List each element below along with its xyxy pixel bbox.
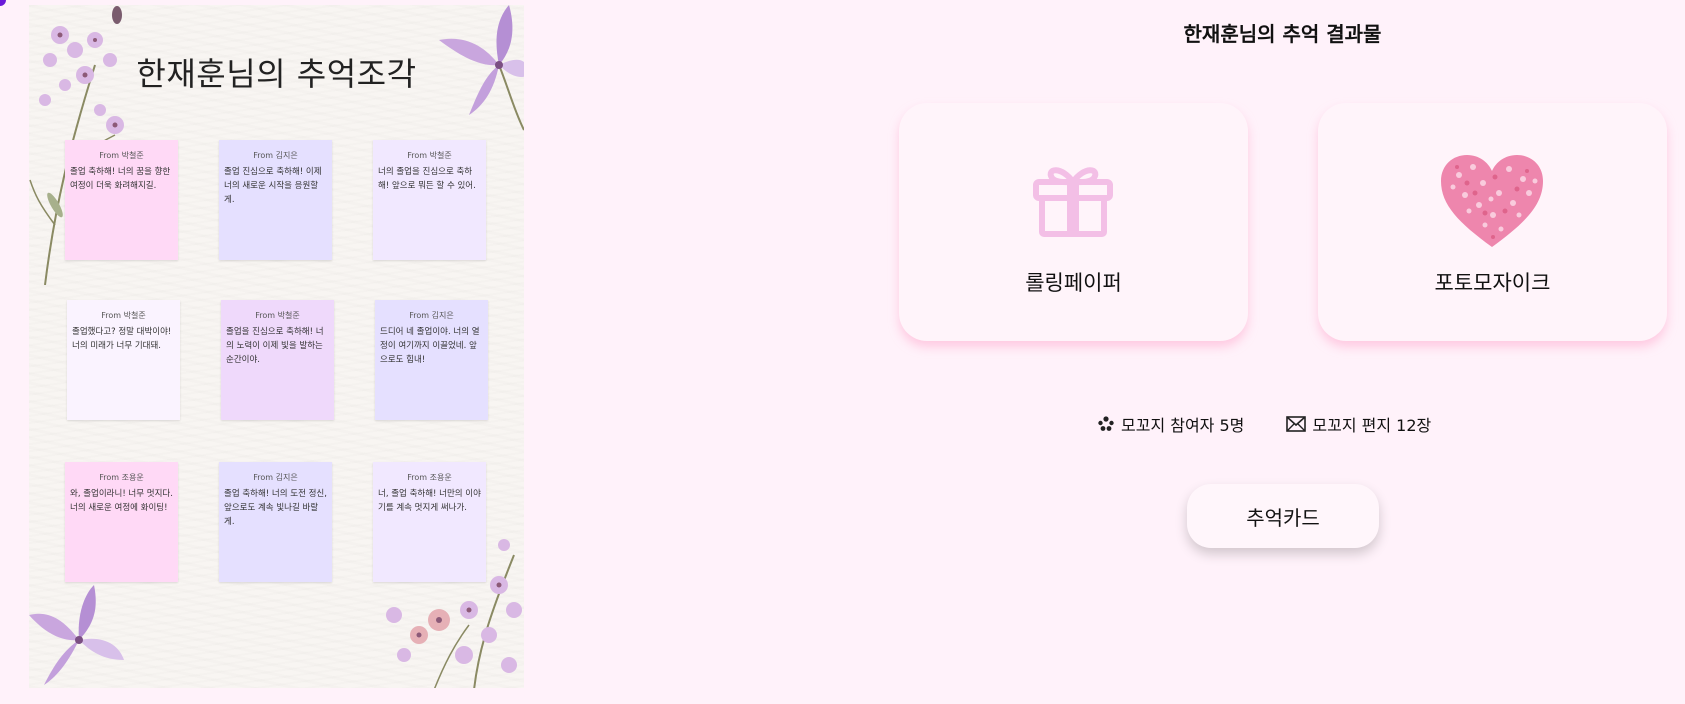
rolling-paper-label: 롤링페이퍼 xyxy=(1025,271,1122,295)
rolling-paper-preview: 한재훈님의 추억조각 From 박철준 졸업 축하해! 너의 꿈을 향한 여정이… xyxy=(29,5,524,688)
gift-icon xyxy=(1033,167,1113,237)
participants-count: 모꼬지 참여자 5명 xyxy=(1121,416,1245,435)
note-from: From 박철준 xyxy=(99,151,144,160)
note-card: From 박철준 졸업 축하해! 너의 꿈을 향한 여정이 더욱 화려해지길. xyxy=(65,140,178,260)
participants-stat: 모꼬지 참여자 5명 xyxy=(1097,412,1244,436)
note-from: From 김지은 xyxy=(409,311,454,320)
note-from: From 조용운 xyxy=(407,473,452,482)
note-card: From 김지은 졸업 진심으로 축하해! 이제 너의 새로운 시작을 응원할게… xyxy=(219,140,332,260)
photo-mosaic-label: 포토모자이크 xyxy=(1434,271,1551,295)
note-card: From 김지은 드디어 네 졸업이야. 너의 열정이 여기까지 이끌었네. 앞… xyxy=(375,300,488,420)
result-title: 한재훈님의 추억 결과물 xyxy=(1183,22,1382,46)
note-text: 드디어 네 졸업이야. 너의 열정이 여기까지 이끌었네. 앞으로도 힘내! xyxy=(380,327,480,365)
rolling-paper-title: 한재훈님의 추억조각 xyxy=(136,55,417,93)
note-card: From 박철준 졸업을 진심으로 축하해! 너의 노력이 이제 빛을 발하는 … xyxy=(221,300,334,420)
note-text: 너, 졸업 축하해! 너만의 이야기를 계속 멋지게 써나가. xyxy=(378,489,481,513)
note-text: 와, 졸업이라니! 너무 멋지다. 너의 새로운 여정에 화이팅! xyxy=(70,489,173,513)
note-card: From 박철준 졸업했다고? 정말 대박이야! 너의 미래가 너무 기대돼. xyxy=(67,300,180,420)
letters-count: 모꼬지 편지 12장 xyxy=(1312,416,1432,435)
rolling-paper-card[interactable]: 롤링페이퍼 xyxy=(899,103,1248,341)
note-from: From 박철준 xyxy=(101,311,146,320)
note-from: From 박철준 xyxy=(255,311,300,320)
letters-stat: 모꼬지 편지 12장 xyxy=(1286,412,1431,436)
lily-bottom-left-icon xyxy=(29,585,124,685)
note-text: 졸업 진심으로 축하해! 이제 너의 새로운 시작을 응원할게. xyxy=(224,167,322,205)
envelope-icon xyxy=(1286,416,1307,432)
people-icon xyxy=(1098,416,1114,431)
note-text: 졸업 축하해! 너의 도전 정신, 앞으로도 계속 빛나길 바랄게. xyxy=(224,489,327,527)
note-text: 졸업을 진심으로 축하해! 너의 노력이 이제 빛을 발하는 순간이야. xyxy=(226,327,324,365)
memory-card-button[interactable]: 추억카드 xyxy=(1187,484,1379,548)
heart-mosaic-icon xyxy=(1441,155,1543,247)
note-from: From 조용운 xyxy=(99,473,144,482)
note-text: 졸업 축하해! 너의 꿈을 향한 여정이 더욱 화려해지길. xyxy=(70,167,171,191)
note-text: 졸업했다고? 정말 대박이야! 너의 미래가 너무 기대돼. xyxy=(72,327,172,351)
stats-row: 모꼬지 참여자 5명 모꼬지 편지 12장 xyxy=(1097,412,1431,436)
corner-indicator xyxy=(0,0,6,6)
note-from: From 박철준 xyxy=(407,151,452,160)
note-card: From 박철준 너의 졸업을 진심으로 축하해! 앞으로 뭐든 할 수 있어. xyxy=(373,140,486,260)
note-from: From 김지은 xyxy=(253,151,298,160)
note-from: From 김지은 xyxy=(253,473,298,482)
photo-mosaic-card[interactable]: 포토모자이크 xyxy=(1318,103,1667,341)
note-card: From 조용운 와, 졸업이라니! 너무 멋지다. 너의 새로운 여정에 화이… xyxy=(65,462,178,582)
note-text: 너의 졸업을 진심으로 축하해! 앞으로 뭐든 할 수 있어. xyxy=(378,167,476,191)
note-card: From 김지은 졸업 축하해! 너의 도전 정신, 앞으로도 계속 빛나길 바… xyxy=(219,462,332,582)
note-card: From 조용운 너, 졸업 축하해! 너만의 이야기를 계속 멋지게 써나가. xyxy=(373,462,486,582)
